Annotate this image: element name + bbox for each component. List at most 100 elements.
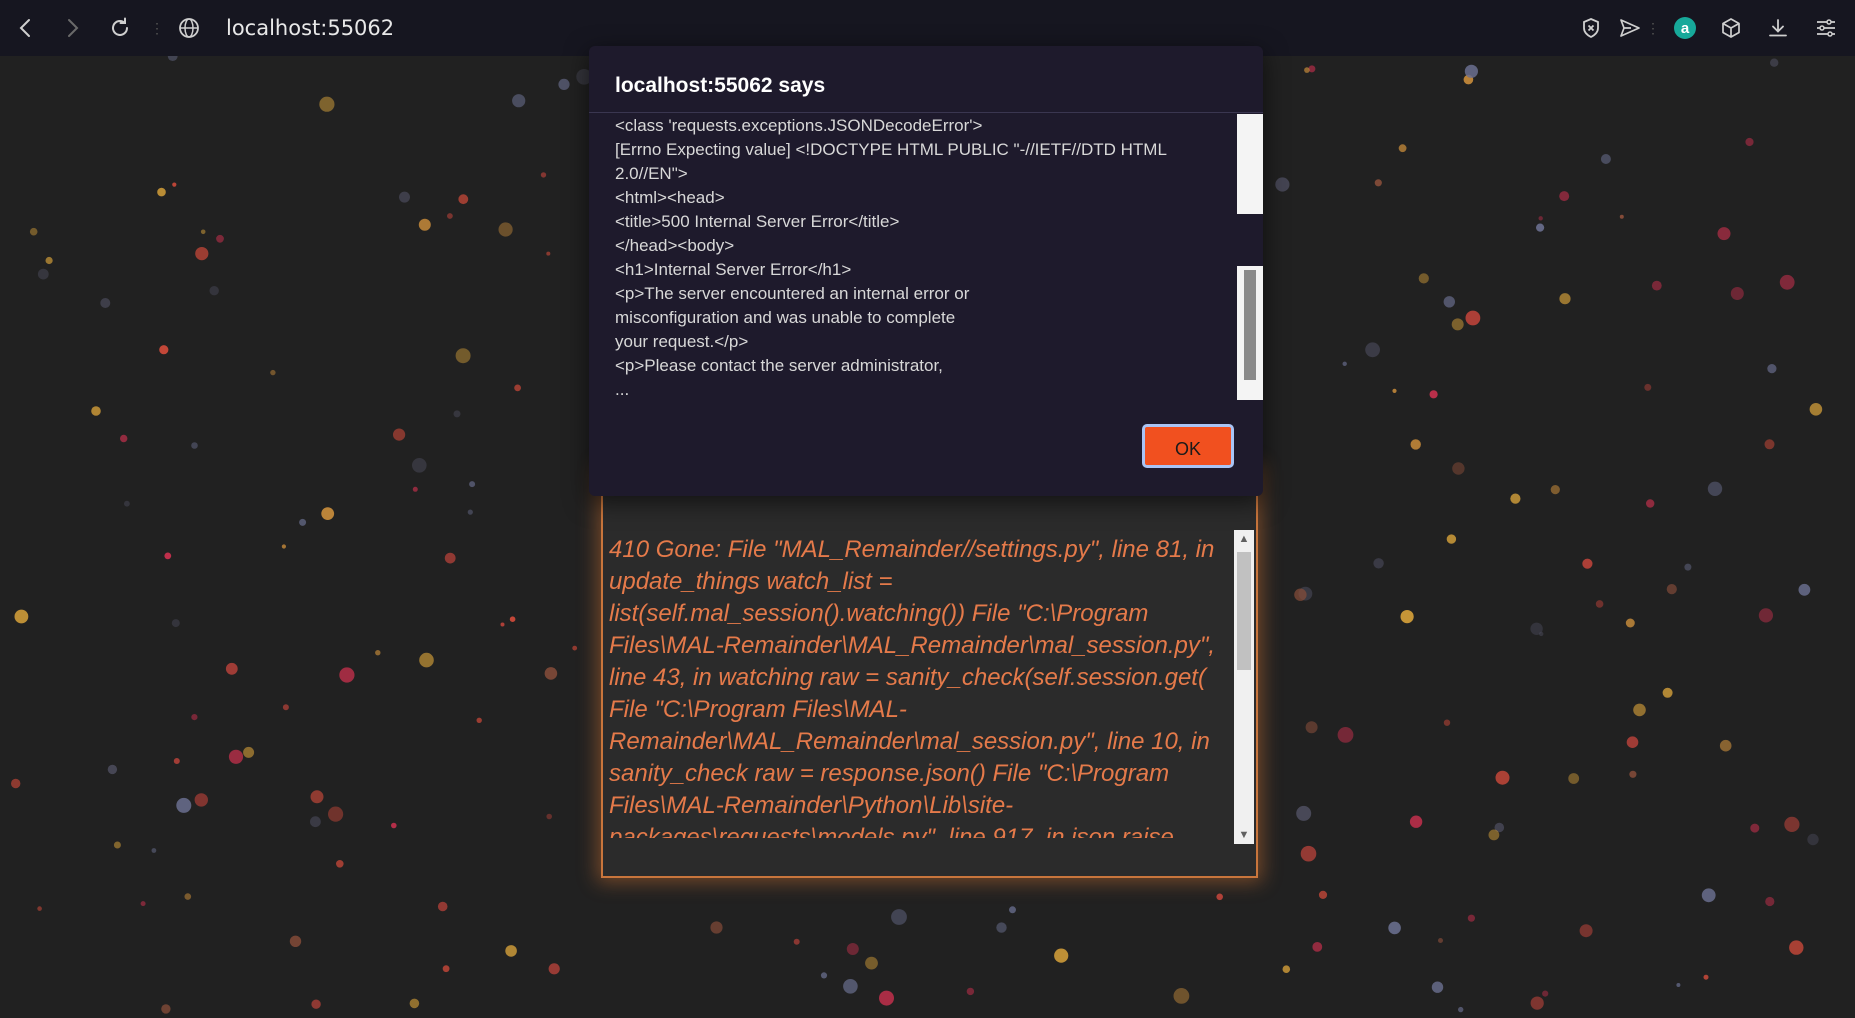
particle-dot bbox=[793, 938, 800, 945]
particle-dot bbox=[140, 901, 146, 907]
toolbar-separator: ⋮ bbox=[150, 20, 164, 36]
particle-dot bbox=[270, 369, 276, 376]
particle-dot bbox=[1296, 805, 1312, 821]
particle-dot bbox=[1365, 342, 1380, 358]
particle-dot bbox=[419, 652, 434, 668]
site-info-icon[interactable] bbox=[175, 14, 203, 42]
message-line: <p>Please contact the server administrat… bbox=[615, 356, 943, 375]
particle-dot bbox=[100, 298, 111, 308]
particle-dot bbox=[1701, 888, 1716, 903]
particle-dot bbox=[966, 987, 975, 996]
reload-icon[interactable] bbox=[106, 14, 134, 42]
particle-dot bbox=[1443, 296, 1456, 308]
message-line: </head><body> bbox=[615, 236, 735, 255]
dialog-scrollbar[interactable] bbox=[1237, 114, 1263, 448]
particle-dot bbox=[498, 222, 513, 237]
particle-dot bbox=[505, 945, 517, 957]
particle-dot bbox=[467, 509, 473, 515]
particle-dot bbox=[1418, 273, 1429, 284]
particle-dot bbox=[1410, 439, 1421, 450]
particle-dot bbox=[447, 213, 453, 219]
error-log-text[interactable]: 410 Gone: File "MAL_Remainder//settings.… bbox=[609, 534, 1229, 838]
particle-dot bbox=[1559, 191, 1570, 202]
particle-dot bbox=[1765, 896, 1775, 907]
scroll-down-arrow-icon[interactable]: ▼ bbox=[1234, 826, 1254, 844]
particle-dot bbox=[299, 518, 307, 526]
particle-dot bbox=[891, 909, 907, 925]
message-line: <h1>Internal Server Error</h1> bbox=[615, 260, 852, 279]
particle-dot bbox=[1651, 280, 1662, 291]
log-scrollbar[interactable]: ▲ ▼ bbox=[1234, 530, 1254, 844]
particle-dot bbox=[1809, 403, 1823, 416]
particle-dot bbox=[1745, 137, 1754, 147]
menu-icon[interactable] bbox=[1812, 14, 1840, 42]
particle-dot bbox=[1595, 600, 1604, 608]
log-scrollbar-thumb[interactable] bbox=[1237, 552, 1251, 670]
particle-dot bbox=[1626, 736, 1639, 748]
dialog-scrollbar-thumb[interactable] bbox=[1244, 270, 1256, 380]
particle-dot bbox=[1431, 981, 1444, 993]
particle-dot bbox=[1550, 485, 1560, 495]
particle-dot bbox=[444, 552, 456, 564]
dialog-title: localhost:55062 says bbox=[615, 74, 826, 97]
particle-dot bbox=[1308, 65, 1316, 73]
particle-dot bbox=[1582, 558, 1593, 569]
particle-dot bbox=[1559, 293, 1571, 305]
svg-text:a: a bbox=[1681, 20, 1690, 37]
particle-dot bbox=[319, 96, 335, 112]
particle-dot bbox=[310, 816, 321, 828]
particle-dot bbox=[572, 645, 578, 651]
particle-dot bbox=[45, 256, 53, 265]
particle-dot bbox=[1216, 893, 1223, 901]
error-panel: 410 Gone: File "MAL_Remainder//settings.… bbox=[601, 468, 1258, 878]
particle-dot bbox=[1758, 608, 1773, 623]
particle-dot bbox=[1392, 388, 1397, 393]
particle-dot bbox=[546, 813, 552, 820]
particle-dot bbox=[1767, 364, 1777, 374]
particle-dot bbox=[161, 1004, 171, 1014]
particle-dot bbox=[281, 544, 286, 549]
message-line: [Errno Expecting value] <!DOCTYPE HTML P… bbox=[615, 140, 1167, 159]
particle-dot bbox=[184, 893, 192, 900]
shield-x-icon[interactable] bbox=[1577, 14, 1605, 42]
scroll-up-arrow-icon[interactable]: ▲ bbox=[1234, 530, 1254, 548]
message-line: ... bbox=[615, 380, 630, 399]
dialog-divider bbox=[589, 112, 1263, 113]
address-bar[interactable]: localhost:55062 bbox=[226, 14, 394, 42]
send-icon[interactable] bbox=[1616, 14, 1644, 42]
particle-dot bbox=[113, 841, 121, 849]
particle-dot bbox=[1807, 833, 1819, 846]
back-icon[interactable] bbox=[12, 14, 40, 42]
particle-dot bbox=[1764, 439, 1775, 450]
particle-dot bbox=[191, 442, 198, 449]
particle-dot bbox=[1305, 721, 1318, 734]
box-icon[interactable] bbox=[1717, 14, 1745, 42]
toolbar-separator: ⋮ bbox=[1646, 20, 1660, 36]
download-icon[interactable] bbox=[1764, 14, 1792, 42]
particle-dot bbox=[216, 234, 224, 243]
particle-dot bbox=[1342, 361, 1347, 366]
forward-icon[interactable] bbox=[58, 14, 86, 42]
particle-dot bbox=[375, 650, 381, 656]
alert-dialog: localhost:55062 says <class 'requests.ex… bbox=[589, 46, 1263, 496]
particle-dot bbox=[558, 78, 570, 90]
particle-dot bbox=[191, 714, 198, 721]
particle-dot bbox=[1464, 64, 1478, 78]
a-account-icon[interactable]: a bbox=[1671, 14, 1699, 42]
particle-dot bbox=[1275, 177, 1290, 192]
particle-dot bbox=[1530, 622, 1543, 635]
particle-dot bbox=[476, 717, 482, 723]
particle-dot bbox=[1173, 988, 1190, 1004]
particle-dot bbox=[1703, 974, 1709, 980]
particle-dot bbox=[453, 410, 461, 418]
particle-dot bbox=[1300, 845, 1317, 862]
particle-dot bbox=[282, 704, 289, 711]
particle-dot bbox=[458, 194, 469, 205]
ok-button[interactable]: OK bbox=[1142, 424, 1234, 468]
particle-dot bbox=[14, 609, 29, 624]
particle-dot bbox=[409, 998, 420, 1009]
particle-dot bbox=[37, 906, 42, 911]
particle-dot bbox=[1495, 770, 1510, 785]
particle-dot bbox=[171, 619, 180, 628]
particle-dot bbox=[1400, 610, 1414, 624]
